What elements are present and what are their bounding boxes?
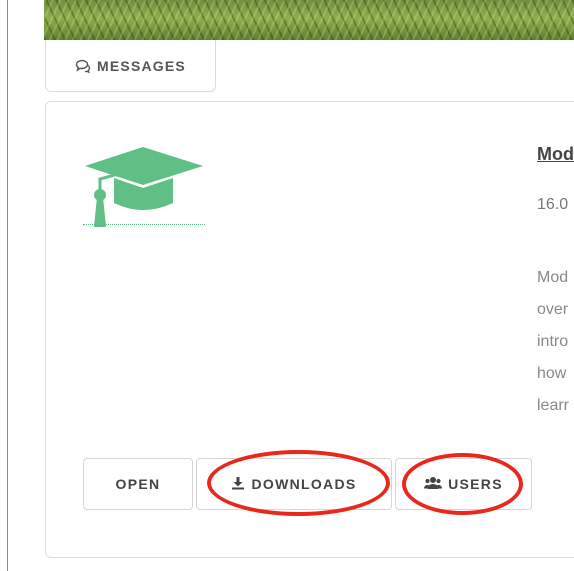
open-button[interactable]: OPEN xyxy=(83,458,193,510)
users-button[interactable]: USERS xyxy=(395,458,532,510)
description-line: intro xyxy=(537,333,569,350)
logo-underline xyxy=(83,224,205,225)
users-button-label: USERS xyxy=(448,476,503,492)
tab-bar: MESSAGES xyxy=(44,40,574,92)
course-card: Mod 16.0 Mod over intro how learr OPEN D… xyxy=(45,101,574,558)
description-line: over xyxy=(537,301,569,318)
course-title[interactable]: Mod xyxy=(537,144,574,165)
downloads-button[interactable]: DOWNLOADS xyxy=(196,458,392,510)
open-button-label: OPEN xyxy=(115,476,161,492)
page: MESSAGES Mod 16.0 Mod over intro how lea… xyxy=(0,0,574,571)
tab-messages[interactable]: MESSAGES xyxy=(45,40,216,92)
downloads-button-label: DOWNLOADS xyxy=(251,476,357,492)
course-description: Mod over intro how learr xyxy=(537,262,569,422)
tab-messages-label: MESSAGES xyxy=(97,57,186,74)
description-line: how xyxy=(537,365,567,382)
left-divider xyxy=(7,0,8,571)
course-version: 16.0 xyxy=(537,196,569,213)
download-icon xyxy=(231,476,245,493)
users-icon xyxy=(424,476,443,493)
graduation-cap-icon xyxy=(83,145,205,229)
header-banner-image xyxy=(44,0,574,40)
comments-icon xyxy=(75,59,91,74)
description-line: Mod xyxy=(537,269,569,286)
description-line: learr xyxy=(537,397,570,414)
